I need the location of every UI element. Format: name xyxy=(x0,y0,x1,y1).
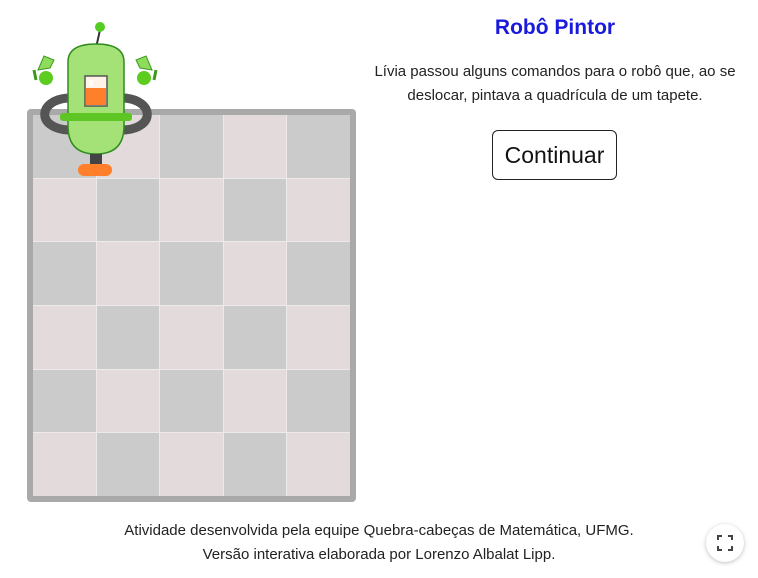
carpet-cell xyxy=(223,178,287,242)
carpet-cell xyxy=(287,115,350,178)
carpet-cell xyxy=(160,369,223,433)
carpet-cell xyxy=(223,306,287,369)
carpet-cell xyxy=(287,306,350,369)
fullscreen-icon xyxy=(717,535,733,551)
robot-icon xyxy=(32,22,158,176)
carpet-cell xyxy=(160,433,223,496)
carpet-cell xyxy=(96,433,160,496)
activity-title: Robô Pintor xyxy=(494,16,616,39)
carpet-cell xyxy=(96,178,160,242)
carpet-cell xyxy=(223,433,287,496)
carpet-cell xyxy=(160,115,223,178)
carpet-cell xyxy=(96,306,160,369)
carpet-cell xyxy=(223,115,287,178)
continue-button[interactable]: Continuar xyxy=(492,130,617,180)
carpet-cell xyxy=(223,242,287,305)
carpet-cell xyxy=(33,433,96,496)
carpet-cell xyxy=(96,242,160,305)
carpet-cell xyxy=(223,369,287,433)
carpet-cell xyxy=(287,433,350,496)
carpet-cell xyxy=(33,242,96,305)
fullscreen-button[interactable] xyxy=(706,524,744,562)
credits-line-1: Atividade desenvolvida pela equipe Quebr… xyxy=(124,522,634,539)
carpet-cell xyxy=(287,242,350,305)
carpet-cell xyxy=(160,178,223,242)
carpet-cell xyxy=(33,369,96,433)
carpet-cell xyxy=(160,242,223,305)
carpet-cell xyxy=(287,178,350,242)
carpet-cell xyxy=(287,369,350,433)
carpet-cell xyxy=(33,306,96,369)
credits-line-2: Versão interativa elaborada por Lorenzo … xyxy=(202,546,556,563)
carpet-cell xyxy=(160,306,223,369)
activity-description: Lívia passou alguns comandos para o robô… xyxy=(374,63,736,104)
credits-footer: Atividade desenvolvida pela equipe Quebr… xyxy=(0,519,758,567)
carpet-cell xyxy=(33,178,96,242)
carpet-cell xyxy=(96,369,160,433)
